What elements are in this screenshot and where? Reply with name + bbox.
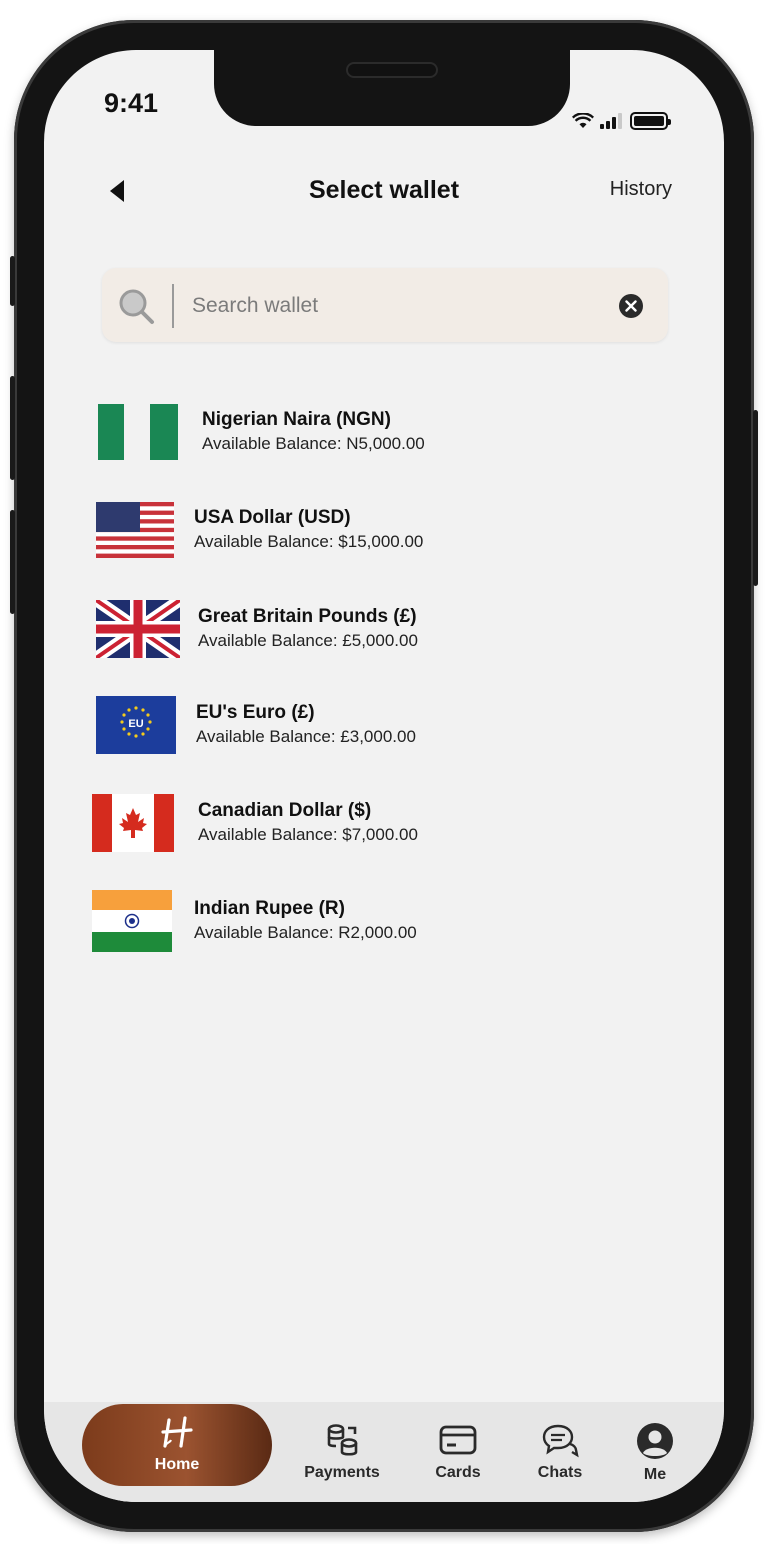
wallet-name: Great Britain Pounds (£)	[198, 606, 417, 627]
search-input[interactable]	[190, 290, 594, 322]
tab-payments-label: Payments	[304, 1464, 380, 1481]
wallet-name: USA Dollar (USD)	[194, 507, 351, 528]
tab-me[interactable]: Me	[620, 1422, 690, 1484]
chat-bubble-icon	[542, 1424, 579, 1458]
tab-me-label: Me	[643, 1466, 667, 1483]
wallet-item-inr[interactable]: Indian Rupee (R) Available Balance: R2,0…	[92, 890, 417, 952]
wallet-item-gbp[interactable]: Great Britain Pounds (£) Available Balan…	[96, 600, 418, 658]
signal-icon	[600, 113, 622, 129]
status-time: 9:41	[104, 88, 159, 118]
eu-flag-icon: EU	[96, 696, 176, 754]
tab-cards-label: Cards	[435, 1464, 481, 1481]
wallet-item-cad[interactable]: Canadian Dollar ($) Available Balance: $…	[92, 794, 418, 852]
tab-cards[interactable]: Cards	[418, 1422, 498, 1482]
home-logo-icon	[161, 1416, 193, 1448]
tab-payments[interactable]: Payments	[292, 1422, 392, 1482]
usa-flag-icon	[96, 502, 174, 558]
wallet-item-ngn[interactable]: Nigerian Naira (NGN) Available Balance: …	[98, 404, 425, 460]
history-link[interactable]: History	[610, 178, 672, 201]
wallet-name: EU's Euro (£)	[196, 702, 315, 723]
clear-icon[interactable]	[618, 293, 644, 319]
wallet-balance: Available Balance: N5,000.00	[202, 434, 425, 453]
tab-bar: Home Payments Cards Chats Me	[44, 1402, 724, 1502]
wallet-balance: Available Balance: $15,000.00	[194, 532, 424, 551]
search-icon	[119, 289, 154, 324]
wallet-name: Nigerian Naira (NGN)	[202, 409, 391, 430]
card-icon	[439, 1425, 477, 1455]
eu-flag-text: EU	[128, 718, 143, 730]
tab-chats-label: Chats	[537, 1464, 583, 1481]
wallet-item-usd[interactable]: USA Dollar (USD) Available Balance: $15,…	[96, 502, 423, 558]
side-button	[10, 510, 15, 614]
speaker	[346, 62, 438, 78]
phone-frame: 9:41 Select wallet History Search wallet…	[10, 20, 758, 1532]
screen: 9:41 Select wallet History Search wallet…	[44, 50, 724, 1502]
battery-icon	[630, 112, 671, 130]
wallet-balance: Available Balance: $7,000.00	[198, 825, 418, 844]
profile-icon	[637, 1423, 673, 1459]
nigeria-flag-icon	[98, 404, 178, 460]
tab-home[interactable]: Home	[82, 1404, 272, 1486]
wallet-item-eur[interactable]: EU EU's Euro (£) Available Balance: £3,0…	[96, 696, 416, 754]
wallet-name: Canadian Dollar ($)	[198, 800, 372, 821]
wallet-name: Indian Rupee (R)	[194, 898, 345, 919]
wallet-balance: Available Balance: £5,000.00	[198, 631, 418, 650]
coins-icon	[327, 1424, 358, 1456]
search-bar	[102, 268, 668, 342]
india-flag-icon	[92, 890, 172, 952]
status-icons	[572, 112, 671, 130]
wifi-icon	[572, 113, 594, 128]
tab-home-label: Home	[154, 1456, 200, 1473]
wallet-balance: Available Balance: £3,000.00	[196, 727, 416, 746]
search-divider	[172, 284, 174, 328]
wallet-balance: Available Balance: R2,000.00	[194, 923, 417, 942]
side-button	[753, 410, 758, 586]
side-button	[10, 376, 15, 480]
tab-chats[interactable]: Chats	[520, 1422, 600, 1482]
notch	[214, 50, 570, 126]
canada-flag-icon	[92, 794, 174, 852]
side-button	[10, 256, 15, 306]
uk-flag-icon	[96, 600, 180, 658]
